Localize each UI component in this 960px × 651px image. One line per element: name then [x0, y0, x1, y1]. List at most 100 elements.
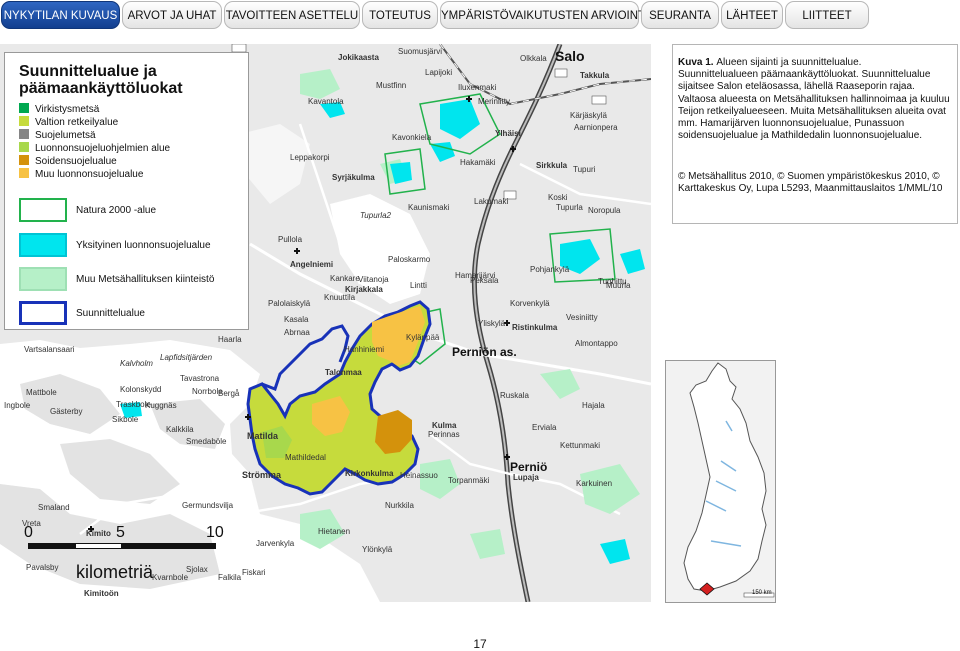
scale-segment [75, 543, 122, 549]
legend-swatch-natura [19, 198, 67, 222]
legend-item: Luonnonsuojeluohjelmien alue [19, 142, 170, 154]
place-label: Iluxenmaki [458, 83, 497, 92]
place-label: Aarnionpera [574, 123, 618, 132]
place-label: Koski [548, 193, 568, 202]
place-label: Perinnas [428, 430, 460, 439]
place-label: Kolonskydd [120, 385, 162, 394]
place-label: Jokikaasta [338, 53, 379, 62]
place-label: Hakamäki [460, 158, 496, 167]
scale-unit: kilometriä [76, 562, 154, 582]
place-label: Smedaböle [186, 437, 227, 446]
place-label: Matilda [247, 431, 279, 441]
place-label: Takkula [580, 71, 610, 80]
place-label: Lapijoki [425, 68, 453, 77]
legend-label: Virkistysmetsä [35, 104, 100, 115]
place-label: Yliskylä [478, 319, 506, 328]
caption-body: Suunnittelualueen päämaankäyttöluokat. S… [678, 69, 950, 142]
place-label: Syrjäkulma [332, 173, 375, 182]
tab-tavoitteen-asettelu[interactable]: TAVOITTEEN ASETTELU [224, 1, 360, 29]
place-label: Smaland [38, 503, 70, 512]
place-label: Kettunmaki [560, 441, 601, 450]
scale-segment [122, 543, 216, 549]
caption-heading: Alueen sijainti ja suunnittelualue. [716, 57, 862, 68]
top-navigation: NYKYTILAN KUVAUS ARVOT JA UHAT TAVOITTEE… [0, 0, 960, 34]
place-label: Heinassuo [400, 471, 438, 480]
legend-label: Luonnonsuojeluohjelmien alue [35, 143, 171, 154]
place-label: Fiskari [242, 568, 266, 577]
place-label: Palolaiskylä [268, 299, 311, 308]
place-label: Suomusjärvi [398, 47, 443, 56]
tab-liitteet[interactable]: LIITTEET [785, 1, 869, 29]
place-label: Germundsvilja [182, 501, 234, 510]
caption-number: Kuva 1. [678, 57, 714, 68]
place-label: Talonmaa [325, 368, 362, 377]
tab-ymparistovaikutusten-arviointi[interactable]: YMPÄRISTÖVAIKUTUSTEN ARVIOINTI [440, 1, 648, 29]
place-label: Viitanoja [358, 275, 389, 284]
legend-label: Muu luonnonsuojelualue [35, 169, 144, 180]
place-label: Kaunismaki [408, 203, 450, 212]
place-label: Knuuttila [324, 293, 356, 302]
map-legend: Suunnittelualue ja päämaankäyttöluokat V… [4, 52, 249, 330]
legend-swatch [19, 116, 29, 126]
legend-swatch [19, 142, 29, 152]
tab-nykytilan-kuvaus[interactable]: NYKYTILAN KUVAUS [1, 1, 120, 29]
tab-toteutus[interactable]: TOTEUTUS [362, 1, 438, 29]
place-label: Tupurla [556, 203, 583, 212]
place-label: Leppakorpi [290, 153, 330, 162]
legend-item: Soidensuojelualue [19, 155, 117, 167]
place-label: Hanhiniemi [344, 345, 385, 354]
legend-label: Valtion retkeilyalue [35, 117, 119, 128]
finland-overview-map: 150 km [665, 360, 776, 603]
place-label: Tupurla2 [360, 211, 391, 220]
legend-label: Suunnittelualue [76, 308, 145, 319]
place-label: Tuohittu [598, 277, 627, 286]
finland-outline [683, 362, 775, 598]
place-label: Vartsalansaari [24, 345, 75, 354]
tab-lahteet[interactable]: LÄHTEET [721, 1, 783, 29]
place-label: Bergå [218, 389, 240, 398]
place-label: Mathildedal [285, 453, 326, 462]
legend-title: Suunnittelualue ja päämaankäyttöluokat [19, 63, 183, 97]
place-label: Meriniitty [478, 97, 511, 106]
legend-label: Muu Metsähallituksen kiinteistö [76, 274, 215, 285]
place-label: Sikbole [112, 415, 139, 424]
tab-seuranta[interactable]: SEURANTA [641, 1, 719, 29]
place-label: Kankare [330, 274, 360, 283]
place-label: Kalvholm [120, 359, 153, 368]
place-label: Nurkkila [385, 501, 414, 510]
place-label: Ylönkylä [362, 545, 393, 554]
place-label: Peksala [470, 276, 499, 285]
place-label: Kavonkiela [392, 133, 432, 142]
place-label: Noropula [588, 206, 621, 215]
place-label: Almontappo [575, 339, 618, 348]
place-label: Kirkonkulma [345, 469, 394, 478]
mh-property [580, 464, 640, 514]
place-label: Hietanen [318, 527, 351, 536]
place-label: Torpanmäki [448, 476, 490, 485]
mh-property [540, 369, 580, 399]
place-label: Lupaja [513, 473, 539, 482]
place-label: Gästerby [50, 407, 83, 416]
tab-arvot-ja-uhat[interactable]: ARVOT JA UHAT [122, 1, 222, 29]
caption-title: Kuva 1. Alueen sijainti ja suunnittelual… [678, 57, 861, 68]
place-label: Kasala [284, 315, 309, 324]
place-label: Karkuinen [576, 479, 613, 488]
place-label: Vesiniitty [566, 313, 598, 322]
place-label: Pohjankylä [530, 265, 570, 274]
place-label: Perniön as. [452, 345, 517, 359]
place-label: Kärjäskylä [570, 111, 607, 120]
place-label: Salo [555, 48, 585, 64]
scale-tick-label: 5 [116, 524, 125, 541]
legend-label: Soidensuojelualue [35, 156, 117, 167]
legend-item: Suojelumetsä [19, 129, 96, 141]
private-conservation-area [600, 539, 630, 564]
place-label: Lintti [410, 281, 427, 290]
caption-copyright: © Metsähallitus 2010, © Suomen ympäristö… [678, 171, 943, 195]
place-label: Kuggnäs [145, 401, 177, 410]
place-label: Angelniemi [290, 260, 334, 269]
place-label: Perniö [510, 460, 548, 474]
legend-swatch [19, 168, 29, 178]
legend-swatch-mh-property [19, 267, 67, 291]
legend-swatch [19, 129, 29, 139]
legend-label: Natura 2000 -alue [76, 205, 157, 216]
